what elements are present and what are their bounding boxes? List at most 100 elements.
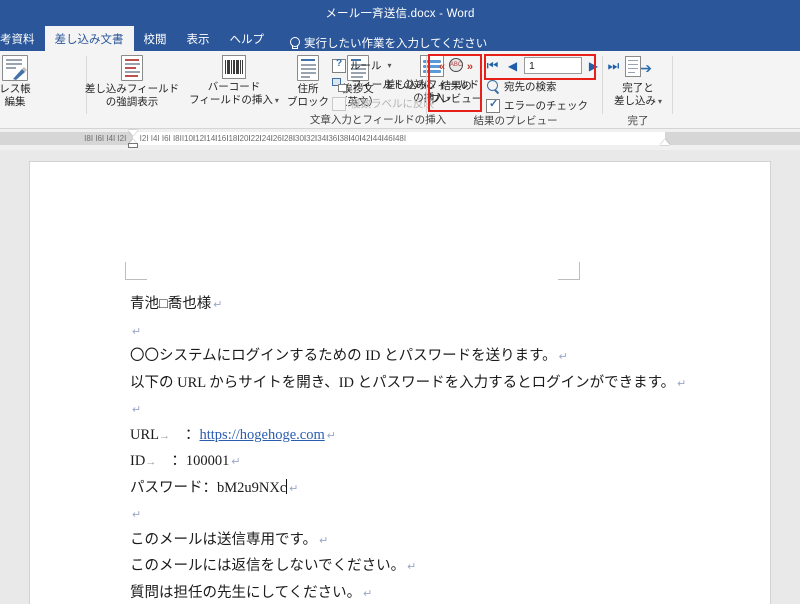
ruler-tick: I2I [139, 134, 149, 143]
ruler-right-margin-shade [665, 132, 800, 145]
field-label: ID [130, 453, 146, 469]
paragraph-mark: ↵ [289, 482, 299, 495]
document-paragraph: 青池□喬也様 ↵ [130, 292, 690, 319]
tab-mailings[interactable]: 差し込み文書 [44, 26, 134, 51]
rules-button[interactable]: ルール ▾ [332, 58, 392, 73]
finish-and-merge-label-1: 完了と [622, 82, 654, 94]
address-book-icon [2, 55, 28, 81]
paragraph-mark: ↵ [132, 509, 142, 521]
first-line-indent-marker[interactable] [128, 130, 138, 136]
right-indent-marker[interactable] [660, 139, 670, 145]
group-title-preview-results: 結果のプレビュー [473, 115, 558, 127]
group-divider [672, 56, 673, 114]
first-record-button[interactable]: ⏮ [484, 57, 501, 74]
paragraph-mark: ↵ [326, 429, 336, 442]
tab-space: → [145, 456, 157, 468]
address-block-button[interactable]: 住所 ブロック [284, 55, 332, 108]
lightbulb-icon [288, 36, 300, 50]
preview-results-label-1: 結果の [440, 80, 472, 92]
document-paragraph: ↵ [130, 502, 690, 528]
field-label: URL [130, 426, 159, 443]
preview-results-button[interactable]: « ABC » 結果の プレビュー [430, 56, 482, 105]
field-value[interactable]: https://hogehoge.com [200, 427, 325, 443]
next-record-button[interactable]: ▶ [585, 57, 602, 74]
document-paragraph: 質問は担任の先生にしてください。 ↵ [130, 581, 690, 604]
check-errors-icon [486, 97, 500, 113]
arrow-right-icon: ➔ [640, 60, 652, 76]
check-errors-button[interactable]: エラーのチェック [486, 97, 588, 113]
ribbon-group-finish: ➔ 完了と 差し込み ▾ 完了 [604, 51, 673, 129]
group-divider [426, 56, 427, 114]
ribbon-tab-strip: 考資料 差し込み文書 校閲 表示 ヘルプ 実行したい作業を入力してください [0, 26, 800, 51]
chevron-down-icon[interactable]: ▾ [388, 61, 392, 70]
barcode-label-2-text: フィールドの挿入 [189, 93, 273, 106]
address-block-label-1: 住所 [297, 83, 319, 95]
find-recipient-icon [486, 79, 500, 94]
preview-results-label-2: プレビュー [429, 92, 483, 105]
ruler-tick: I4I [106, 134, 116, 143]
paragraph-mark: ↵ [132, 404, 142, 416]
chevron-down-icon[interactable]: ▾ [658, 97, 662, 106]
update-labels-label: 複数ラベルに反映 [350, 98, 434, 110]
document-canvas: 青池□喬也様 ↵ ↵ 〇〇システムにログインするための ID とパスワードを送ります。… [0, 150, 800, 604]
barcode-label-1: バーコード [207, 81, 261, 93]
left-indent-marker[interactable] [128, 143, 138, 148]
document-page[interactable]: 青池□喬也様 ↵ ↵ 〇〇システムにログインするための ID とパスワードを送ります。… [30, 162, 770, 604]
ribbon: レス帳 編集 差し込みフィールド の強調表示 バーコード フィールドの挿入 ▾ … [0, 51, 800, 129]
tab-references[interactable]: 考資料 [0, 26, 45, 51]
field-value: bM2u9NXc [217, 479, 287, 496]
group-divider [602, 56, 603, 114]
field-separator: ： [171, 453, 186, 469]
document-text-area[interactable]: 青池□喬也様 ↵ ↵ 〇〇システムにログインするための ID とパスワードを送ります。… [130, 292, 690, 604]
finish-and-merge-label-2: 差し込み ▾ [614, 95, 662, 109]
paragraph-mark: ↵ [558, 351, 568, 363]
tab-help[interactable]: ヘルプ [220, 26, 275, 51]
title-bar: メール一斉送信.docx - Word [0, 0, 800, 26]
chevron-right-icon: » [466, 61, 473, 73]
magnifier-icon: ABC [449, 58, 463, 72]
finish-and-merge-button[interactable]: ➔ 完了と 差し込み ▾ [606, 56, 670, 108]
window-title: メール一斉送信.docx - Word [325, 8, 475, 20]
address-block-label-2: ブロック [287, 95, 329, 108]
update-labels-button[interactable]: 複数ラベルに反映 [332, 96, 434, 111]
paragraph-mark: ↵ [407, 561, 417, 573]
horizontal-ruler[interactable]: I8I I6I I4I I2I I2I I4I I6I I8I I10I I12I I14I I16I… [0, 129, 800, 150]
rules-icon [332, 58, 346, 73]
finish-and-merge-label-2-text: 差し込み [613, 94, 656, 107]
document-paragraph: ↵ [130, 319, 690, 345]
ruler-tick: I48I [392, 134, 407, 143]
insert-barcode-field-button[interactable]: バーコード フィールドの挿入 ▾ [184, 55, 284, 107]
paragraph-mark: ↵ [132, 325, 142, 338]
chevron-left-icon: « [439, 61, 446, 73]
margin-corner-top-left [125, 262, 147, 280]
highlight-merge-fields-button[interactable]: 差し込みフィールド の強調表示 [80, 55, 184, 108]
find-recipient-label: 宛先の検索 [504, 81, 557, 93]
document-paragraph: ID→ ：100001 ↵ [130, 449, 690, 476]
ruler-tick: I6I [95, 134, 105, 143]
field-value: 100001 [185, 453, 230, 469]
ribbon-group-preview-results: « ABC » 結果の プレビュー ⏮ ◀ ▶ ⏭ 宛先の検索 [428, 51, 619, 129]
paragraph-text: このメールは送信専用です。 [130, 531, 318, 548]
ruler-tick: I8I [172, 134, 182, 143]
tab-review[interactable]: 校閲 [134, 26, 177, 51]
record-number-input[interactable] [524, 57, 582, 74]
previous-record-button[interactable]: ◀ [504, 57, 521, 74]
paragraph-text: このメールには返信をしないでください。 [130, 558, 406, 574]
rules-label: ルール [350, 60, 382, 72]
find-recipient-button[interactable]: 宛先の検索 [486, 79, 557, 94]
tab-space: → [159, 429, 170, 442]
ruler-tick: I8I [84, 134, 94, 143]
tell-me-search[interactable]: 実行したい作業を入力してください [274, 35, 487, 51]
ruler-tick: I4I [150, 134, 160, 143]
edit-recipient-list-button[interactable]: レス帳 編集 [0, 55, 48, 108]
address-book-label-2: 編集 [4, 95, 26, 108]
paragraph-mark: ↵ [231, 456, 241, 468]
field-separator: ： [202, 479, 218, 496]
paragraph-mark: ↵ [319, 534, 329, 547]
tab-view[interactable]: 表示 [177, 26, 220, 51]
match-fields-button[interactable]: フィールドの対応 [332, 77, 435, 92]
chevron-down-icon[interactable]: ▾ [275, 96, 279, 105]
paragraph-mark: ↵ [363, 587, 373, 600]
field-label: パスワード [130, 479, 203, 496]
barcode-icon [222, 55, 246, 79]
